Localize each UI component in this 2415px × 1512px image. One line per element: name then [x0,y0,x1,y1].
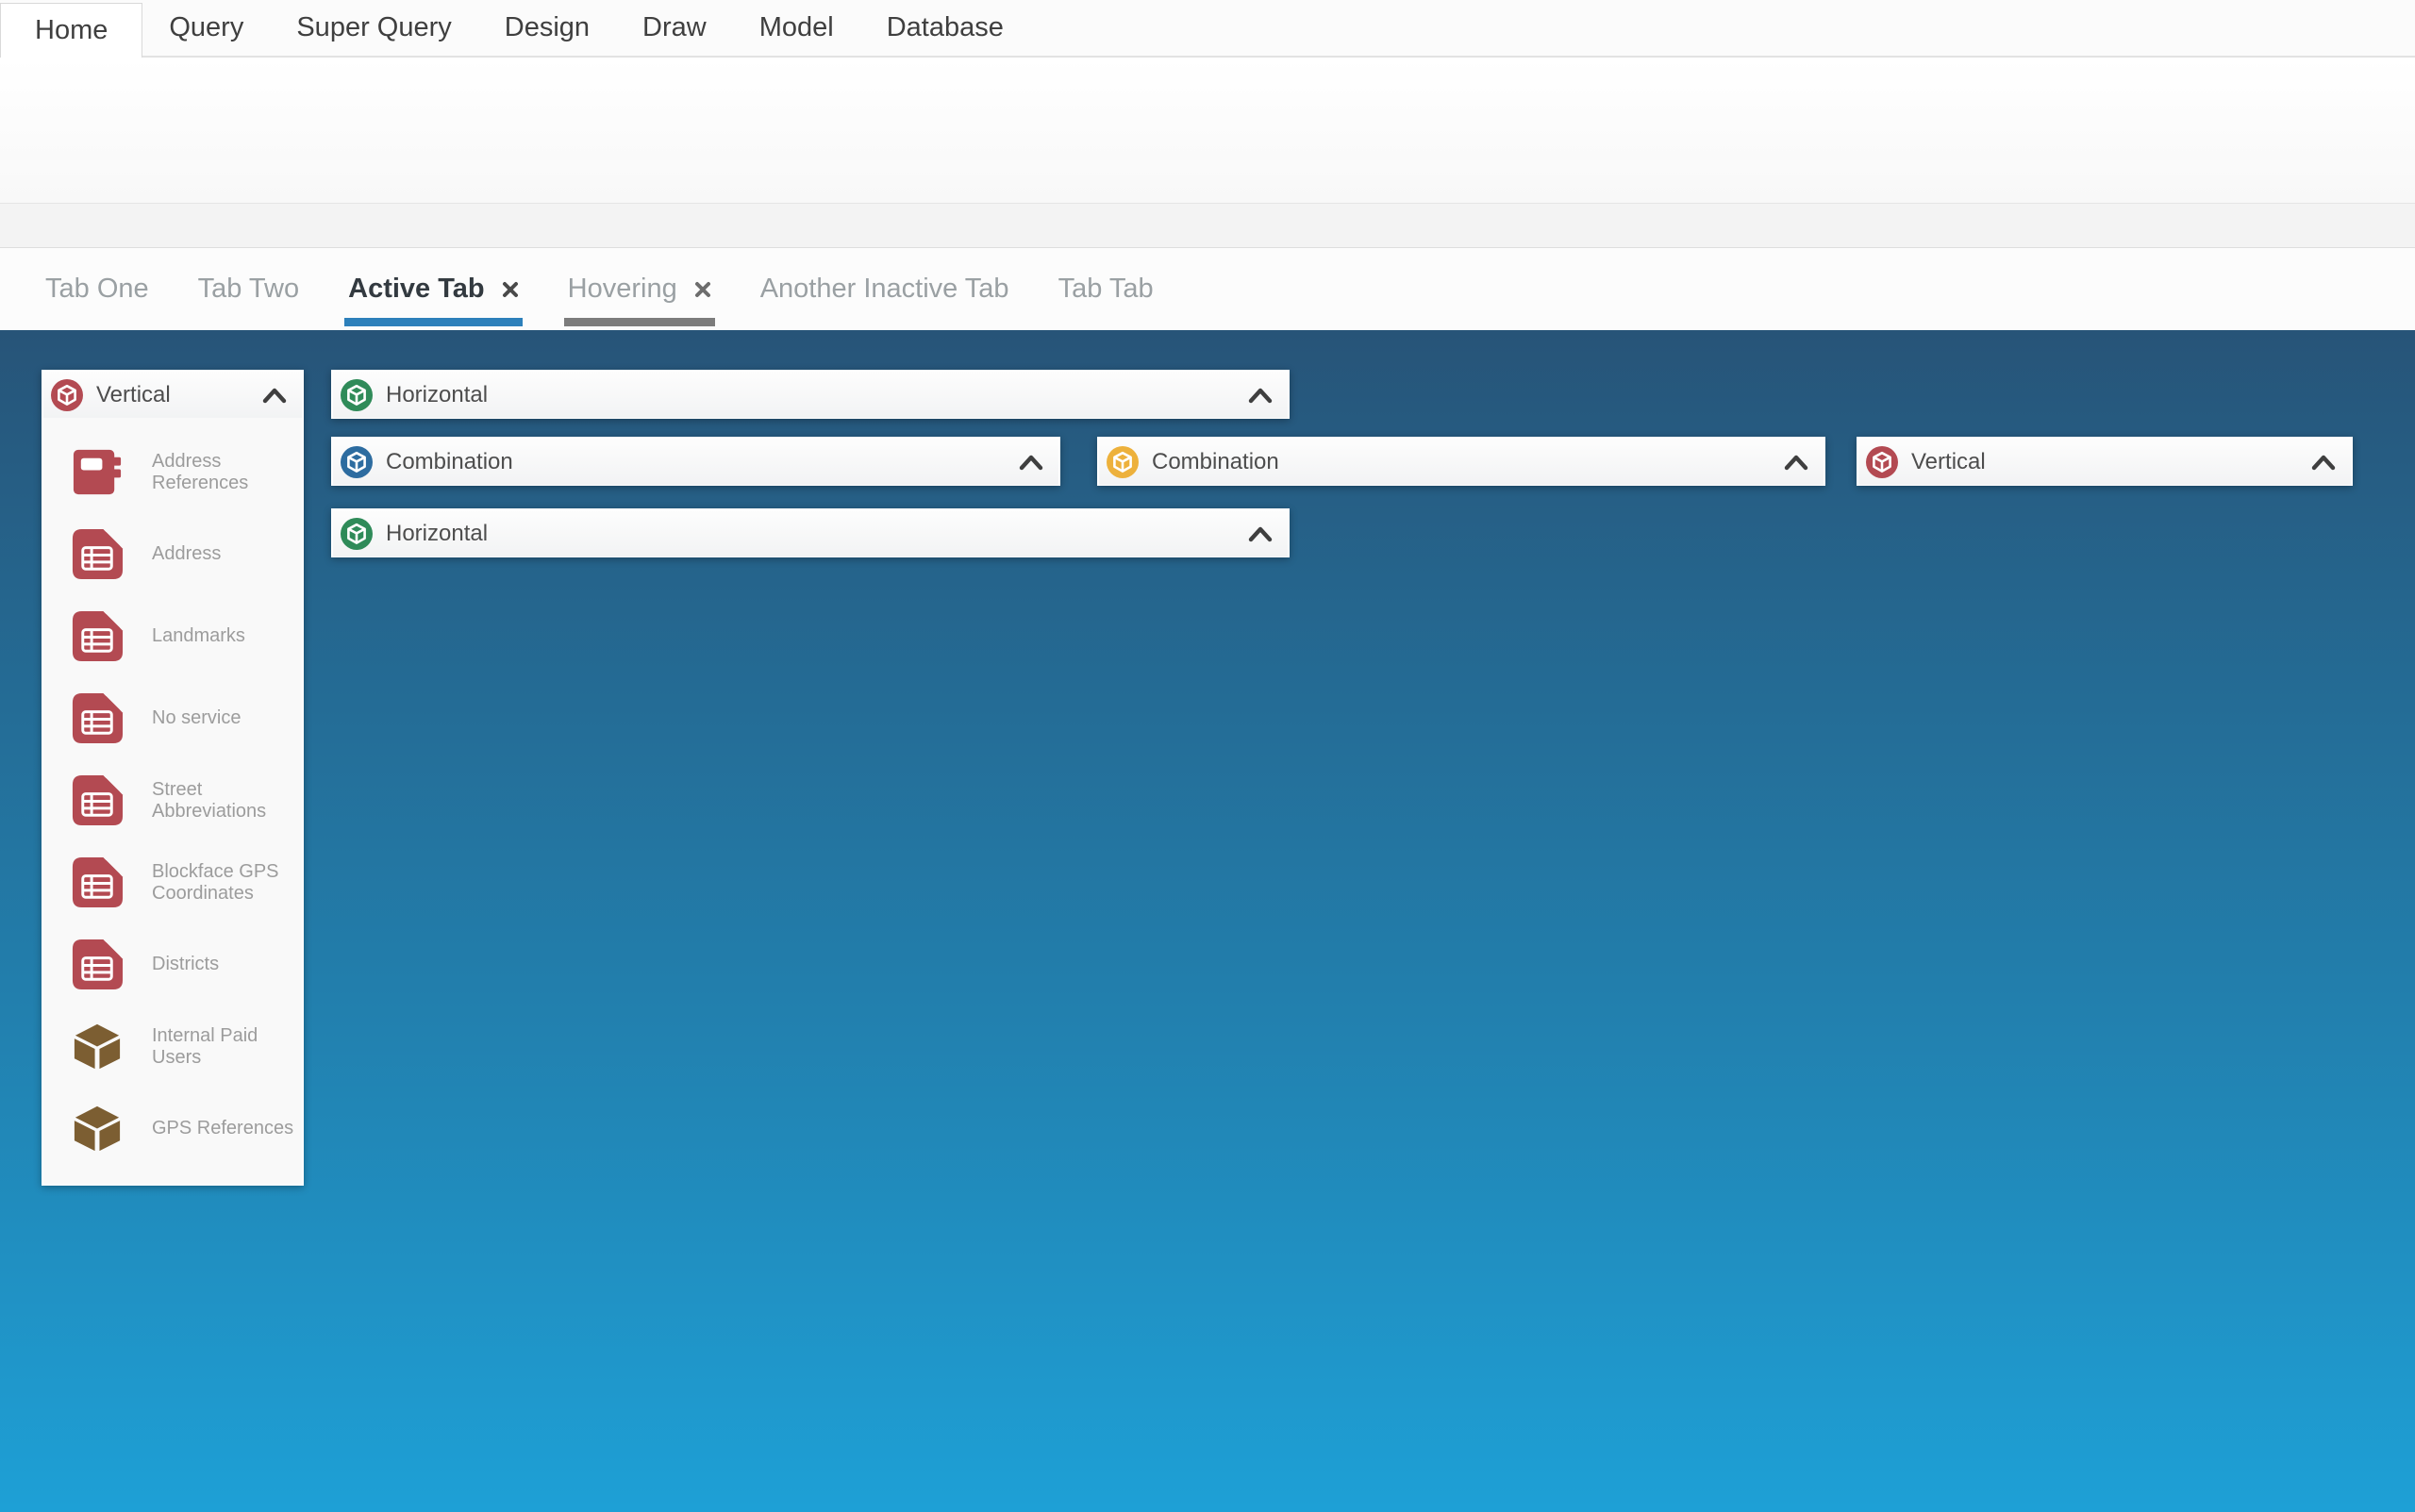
list-item-districts[interactable]: Districts [70,937,302,992]
list-item-label: Address [152,543,295,565]
ribbon-area [0,58,2415,203]
list-item-label: Address References [152,451,295,494]
menu-item-model[interactable]: Model [733,0,860,56]
chevron-up-icon[interactable] [262,387,287,404]
list-item-label: Street Abbreviations [152,779,295,822]
cube-circle-icon [341,518,373,550]
hover-tab-underline [564,318,715,326]
list-item-address-references[interactable]: Address References [70,444,302,500]
close-icon[interactable] [694,281,711,298]
tab-active-tab[interactable]: Active Tab [324,248,543,330]
cube-icon [70,1019,125,1074]
menu-item-draw[interactable]: Draw [616,0,733,56]
active-tab-underline [344,318,523,326]
data-source-list: Address References Address Landmarks No … [43,422,302,1184]
tab-label: Tab Tab [1058,274,1154,305]
panel-title: Vertical [1911,449,1986,475]
tab-another-inactive-tab[interactable]: Another Inactive Tab [736,248,1034,330]
panel-vertical-right-header[interactable]: Vertical [1858,439,2351,485]
list-item-label: Internal Paid Users [152,1025,295,1069]
list-item-no-service[interactable]: No service [70,690,302,746]
panel-vertical-main-header[interactable]: Vertical [43,372,302,418]
tab-hovering[interactable]: Hovering [543,248,736,330]
list-item-label: Landmarks [152,625,295,647]
tab-label: Hovering [568,274,677,305]
menu-item-design[interactable]: Design [478,0,616,56]
panel-horizontal-top-header[interactable]: Horizontal [333,372,1288,418]
data-file-icon [70,855,125,910]
chevron-up-icon[interactable] [1019,454,1043,471]
list-item-label: GPS References [152,1118,295,1139]
list-item-label: Blockface GPS Coordinates [152,861,295,905]
panel-horizontal-bottom: Horizontal [331,508,1290,557]
tab-label: Tab Two [198,274,299,305]
cube-circle-icon [1866,446,1898,478]
list-item-landmarks[interactable]: Landmarks [70,608,302,664]
panel-combination-left-header[interactable]: Combination [333,439,1058,485]
tab-one[interactable]: Tab One [21,248,174,330]
chevron-up-icon[interactable] [2311,454,2336,471]
list-item-street-abbreviations[interactable]: Street Abbreviations [70,773,302,828]
cube-circle-icon [51,379,83,411]
tab-label: Tab One [45,274,149,305]
chevron-up-icon[interactable] [1784,454,1808,471]
document-tab-bar: Tab One Tab Two Active Tab Hovering Anot… [0,248,2415,330]
panel-horizontal-bottom-header[interactable]: Horizontal [333,510,1288,557]
panel-title: Combination [1152,449,1279,475]
data-file-icon [70,690,125,746]
panel-vertical-right: Vertical [1857,437,2353,486]
cube-icon [70,1101,125,1156]
menu-bar: Home Query Super Query Design Draw Model… [0,0,2415,58]
list-item-label: No service [152,707,295,729]
list-item-blockface-gps-coordinates[interactable]: Blockface GPS Coordinates [70,855,302,910]
panel-combination-right: Combination [1097,437,1825,486]
toolbar-strip [0,203,2415,248]
chevron-up-icon[interactable] [1248,387,1273,404]
tab-label: Another Inactive Tab [760,274,1009,305]
panel-combination-left: Combination [331,437,1060,486]
list-item-gps-references[interactable]: GPS References [70,1101,302,1156]
address-book-icon [70,444,125,500]
cube-circle-icon [341,446,373,478]
cube-circle-icon [341,379,373,411]
data-file-icon [70,937,125,992]
list-item-address[interactable]: Address [70,526,302,582]
chevron-up-icon[interactable] [1248,525,1273,542]
panel-title: Combination [386,449,513,475]
menu-item-database[interactable]: Database [860,0,1030,56]
menu-item-query[interactable]: Query [142,0,270,56]
list-item-label: Districts [152,954,295,975]
tab-label: Active Tab [348,274,485,305]
data-file-icon [70,526,125,582]
data-file-icon [70,773,125,828]
menu-item-home[interactable]: Home [0,3,142,58]
tab-tab-tab[interactable]: Tab Tab [1034,248,1178,330]
cube-circle-icon [1107,446,1139,478]
panel-title: Vertical [96,382,171,408]
data-file-icon [70,608,125,664]
close-icon[interactable] [502,281,519,298]
list-item-internal-paid-users[interactable]: Internal Paid Users [70,1019,302,1074]
panel-combination-right-header[interactable]: Combination [1099,439,1824,485]
workspace: Vertical Address References Address [0,330,2415,1512]
panel-vertical-main: Vertical Address References Address [42,370,304,1186]
tab-two[interactable]: Tab Two [174,248,324,330]
panel-title: Horizontal [386,382,488,408]
panel-horizontal-top: Horizontal [331,370,1290,419]
panel-title: Horizontal [386,521,488,547]
menu-item-super-query[interactable]: Super Query [270,0,477,56]
